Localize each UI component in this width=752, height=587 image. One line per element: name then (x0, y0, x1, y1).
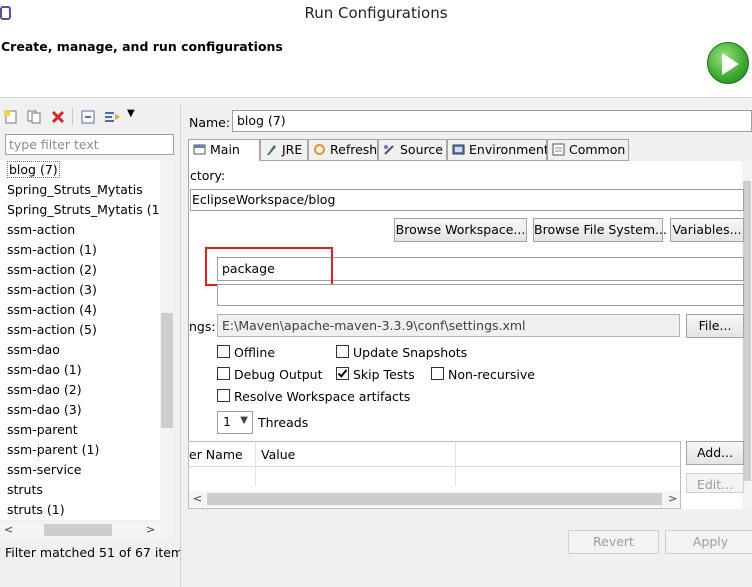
duplicate-icon[interactable] (27, 110, 41, 124)
list-vertical-scrollbar[interactable] (160, 160, 174, 522)
source-icon (383, 143, 396, 156)
list-item[interactable]: ssm-dao (3) (7, 400, 82, 420)
threads-select[interactable]: 1 ▼ (217, 411, 253, 434)
offline-checkbox[interactable]: Offline (217, 345, 275, 361)
scrollbar-thumb[interactable] (161, 313, 173, 428)
checkbox-box-checked[interactable] (336, 367, 349, 380)
tab-refresh[interactable]: Refresh (308, 139, 378, 161)
tab-main[interactable]: Main (188, 139, 260, 162)
add-button[interactable]: Add... (686, 441, 744, 465)
checkbox-box[interactable] (217, 367, 230, 380)
title-bar: Run Configurations (0, 0, 752, 27)
chevron-down-icon: ▼ (240, 415, 248, 426)
list-item[interactable]: ssm-dao (2) (7, 380, 82, 400)
common-icon (552, 143, 565, 156)
scroll-left-icon[interactable]: < (4, 523, 13, 536)
name-label: Name: (189, 115, 231, 130)
table-horizontal-scrollbar[interactable]: < > (189, 491, 680, 507)
browse-file-system-button[interactable]: Browse File System... (533, 218, 667, 242)
browse-workspace-button[interactable]: Browse Workspace... (394, 218, 527, 242)
list-item[interactable]: blog (7) (7, 160, 60, 180)
list-item[interactable]: Spring_Struts_Mytatis (1) (7, 200, 160, 220)
dialog-banner: Create, manage, and run configurations (0, 27, 752, 98)
user-settings-label: ngs: (189, 319, 216, 334)
list-item[interactable]: ssm-dao (1) (7, 360, 82, 380)
user-settings-field[interactable]: E:\Maven\apache-maven-3.3.9\conf\setting… (217, 314, 680, 337)
tab-jre[interactable]: JRE (260, 139, 308, 161)
base-directory-field[interactable]: EclipseWorkspace/blog (190, 189, 744, 211)
scrollbar-thumb[interactable] (44, 524, 112, 536)
tab-bar: Main JRE Refresh Source Environment Comm… (188, 139, 752, 162)
list-item[interactable]: struts (7, 480, 43, 500)
parameters-table: er Name Value < > (188, 441, 681, 509)
skip-tests-checkbox[interactable]: Skip Tests (336, 367, 415, 383)
configuration-list: blog (7) Spring_Struts_Mytatis Spring_St… (0, 160, 160, 520)
delete-icon[interactable] (51, 110, 65, 124)
checkbox-box[interactable] (217, 389, 230, 402)
non-recursive-checkbox[interactable]: Non-recursive (431, 367, 535, 383)
list-item[interactable]: ssm-action (7, 220, 75, 240)
environment-icon (452, 143, 465, 156)
list-item[interactable]: ssm-action (3) (7, 280, 97, 300)
apply-button[interactable]: Apply (665, 530, 752, 554)
run-play-icon (707, 42, 749, 84)
filter-input[interactable] (5, 134, 174, 155)
list-horizontal-scrollbar[interactable]: < > (0, 522, 174, 538)
revert-button[interactable]: Revert (568, 530, 659, 554)
list-item[interactable]: ssm-parent (1) (7, 440, 99, 460)
list-item[interactable]: ssm-service (7, 460, 82, 480)
scrollbar-thumb[interactable] (207, 493, 662, 505)
filter-status: Filter matched 51 of 67 items (5, 545, 190, 560)
base-directory-label: ctory: (190, 168, 226, 183)
debug-output-checkbox[interactable]: Debug Output (217, 367, 323, 383)
checkbox-box[interactable] (336, 345, 349, 358)
toolbar-separator (72, 108, 73, 125)
new-configuration-icon[interactable] (4, 110, 18, 124)
list-item[interactable]: ssm-action (5) (7, 320, 97, 340)
edit-button[interactable]: Edit... (686, 473, 744, 493)
scroll-right-icon[interactable]: > (668, 492, 677, 505)
list-item[interactable]: struts (1) (7, 500, 65, 520)
column-divider (255, 442, 256, 486)
threads-label: Threads (258, 415, 309, 430)
banner-heading: Create, manage, and run configurations (1, 39, 283, 54)
collapse-all-icon[interactable] (81, 110, 95, 124)
variables-button[interactable]: Variables... (670, 218, 744, 242)
list-item[interactable]: ssm-action (1) (7, 240, 97, 260)
dialog-footer: Revert Apply (181, 509, 752, 587)
column-divider (455, 442, 456, 486)
highlight-box (205, 247, 333, 286)
refresh-icon (313, 143, 326, 156)
tab-environment[interactable]: Environment (447, 139, 549, 161)
scroll-right-icon[interactable]: > (146, 523, 155, 536)
list-item[interactable]: ssm-dao (7, 340, 60, 360)
checkbox-box[interactable] (217, 345, 230, 358)
filter-icon[interactable] (104, 110, 122, 124)
scroll-left-icon[interactable]: < (193, 492, 202, 505)
jre-icon (265, 143, 278, 156)
list-item[interactable]: Spring_Struts_Mytatis (7, 180, 143, 200)
tab-common[interactable]: Common (547, 139, 629, 161)
scrollbar-thumb[interactable] (743, 181, 751, 481)
list-item[interactable]: ssm-action (4) (7, 300, 97, 320)
window-title: Run Configurations (304, 4, 448, 22)
file-button[interactable]: File... (686, 314, 744, 338)
profiles-field[interactable] (217, 284, 744, 306)
column-header-value[interactable]: Value (261, 447, 295, 462)
resolve-workspace-checkbox[interactable]: Resolve Workspace artifacts (217, 389, 410, 405)
update-snapshots-checkbox[interactable]: Update Snapshots (336, 345, 467, 361)
list-item[interactable]: ssm-parent (7, 420, 78, 440)
view-menu-chevron-icon[interactable]: ▼ (127, 108, 135, 119)
table-header: er Name Value (189, 442, 680, 467)
checkbox-box[interactable] (431, 367, 444, 380)
name-field[interactable]: blog (7) (232, 110, 752, 132)
list-item[interactable]: ssm-action (2) (7, 260, 97, 280)
column-header-name[interactable]: er Name (189, 447, 243, 462)
maven-main-icon (193, 143, 206, 156)
tab-source[interactable]: Source (378, 139, 447, 161)
